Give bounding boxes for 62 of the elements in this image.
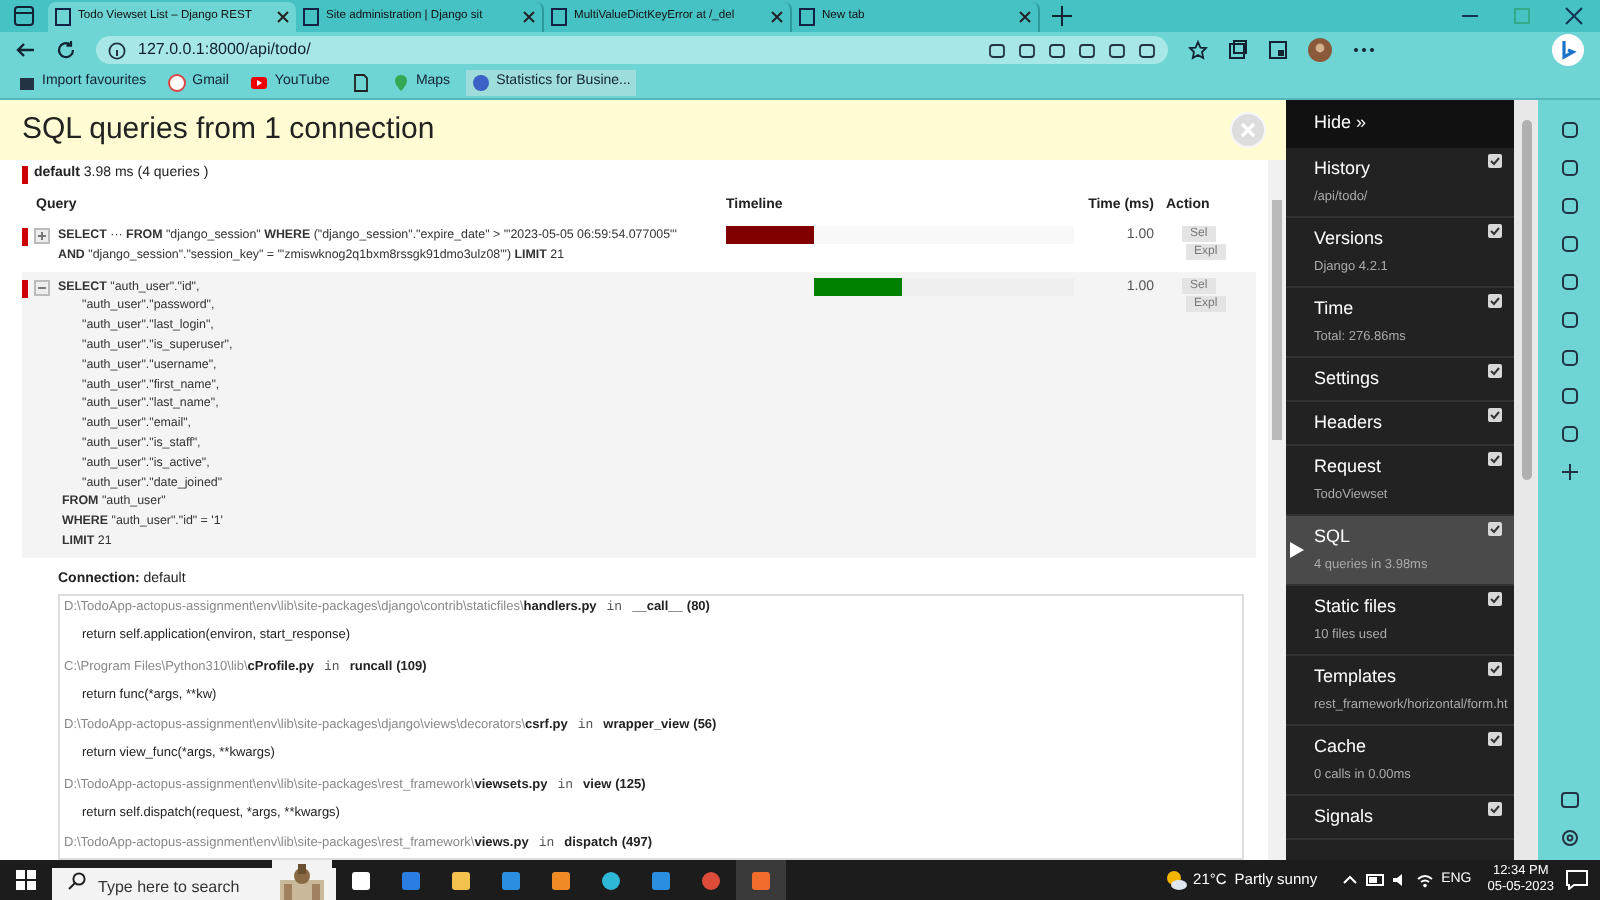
screenshot-icon[interactable] <box>1268 40 1288 60</box>
hide-toolbar-link[interactable]: Hide » <box>1286 100 1514 148</box>
document-icon <box>351 74 370 92</box>
site-icon <box>472 74 491 92</box>
refresh-icon[interactable] <box>56 40 76 60</box>
sidebar-toggle-icon[interactable] <box>1559 790 1579 810</box>
settings-icon[interactable] <box>1559 828 1579 848</box>
minus-icon <box>36 281 48 294</box>
battery-icon[interactable] <box>1365 872 1386 888</box>
notification-icon[interactable] <box>1566 870 1588 890</box>
toggle-checkbox[interactable] <box>1488 662 1502 676</box>
toggle-checkbox[interactable] <box>1488 592 1502 606</box>
connection-marker <box>22 166 28 184</box>
close-icon[interactable] <box>276 10 290 24</box>
close-icon[interactable] <box>770 10 784 24</box>
toggle-checkbox[interactable] <box>1488 732 1502 746</box>
more-icon[interactable] <box>1352 46 1376 54</box>
page-icon <box>54 8 72 26</box>
query-marker <box>22 228 28 246</box>
toggle-checkbox[interactable] <box>1488 802 1502 816</box>
toggle-checkbox[interactable] <box>1488 452 1502 466</box>
close-icon <box>1240 122 1256 138</box>
tab-actions-icon[interactable] <box>12 4 36 28</box>
weather-icon[interactable] <box>1163 868 1188 892</box>
page-icon <box>798 8 816 26</box>
close-icon[interactable] <box>522 10 536 24</box>
favourites-icon[interactable] <box>1188 40 1208 60</box>
scrollbar-thumb[interactable] <box>1272 200 1282 440</box>
collapse-toggle[interactable] <box>34 279 50 296</box>
windows-icon[interactable] <box>16 870 36 890</box>
panel-title: SQL queries from 1 connection <box>22 109 437 150</box>
query-marker <box>22 279 28 298</box>
chevron-up-icon[interactable] <box>1341 872 1358 888</box>
pointer-icon <box>1290 542 1304 558</box>
info-icon[interactable] <box>108 41 126 59</box>
close-icon[interactable] <box>1564 6 1584 26</box>
search-icon <box>68 872 86 890</box>
toggle-checkbox[interactable] <box>1488 224 1502 238</box>
new-tab-icon[interactable] <box>1052 6 1072 26</box>
toggle-checkbox[interactable] <box>1488 522 1502 536</box>
avatar-icon[interactable] <box>1308 38 1332 62</box>
wifi-icon[interactable] <box>1415 872 1434 888</box>
toggle-checkbox[interactable] <box>1488 154 1502 168</box>
chat-logo-icon[interactable] <box>1552 34 1584 66</box>
plus-icon[interactable] <box>1559 462 1579 482</box>
toggle-checkbox[interactable] <box>1488 408 1502 422</box>
collections-icon[interactable] <box>1228 40 1248 60</box>
address-bar[interactable]: 127.0.0.1:8000/api/todo/ <box>96 36 1168 64</box>
scrollbar[interactable] <box>1268 160 1286 860</box>
back-icon[interactable] <box>16 40 36 60</box>
toggle-checkbox[interactable] <box>1488 294 1502 308</box>
scrollbar[interactable] <box>1514 100 1538 860</box>
plus-icon <box>36 230 48 242</box>
close-icon[interactable] <box>1018 10 1032 24</box>
site-icon <box>168 74 187 92</box>
toggle-checkbox[interactable] <box>1488 364 1502 378</box>
site-icon <box>18 74 36 92</box>
scrollbar-thumb[interactable] <box>1521 120 1531 480</box>
page-icon <box>302 8 320 26</box>
page-icon <box>550 8 568 26</box>
expand-toggle[interactable] <box>34 228 50 244</box>
pin-icon <box>391 74 410 92</box>
